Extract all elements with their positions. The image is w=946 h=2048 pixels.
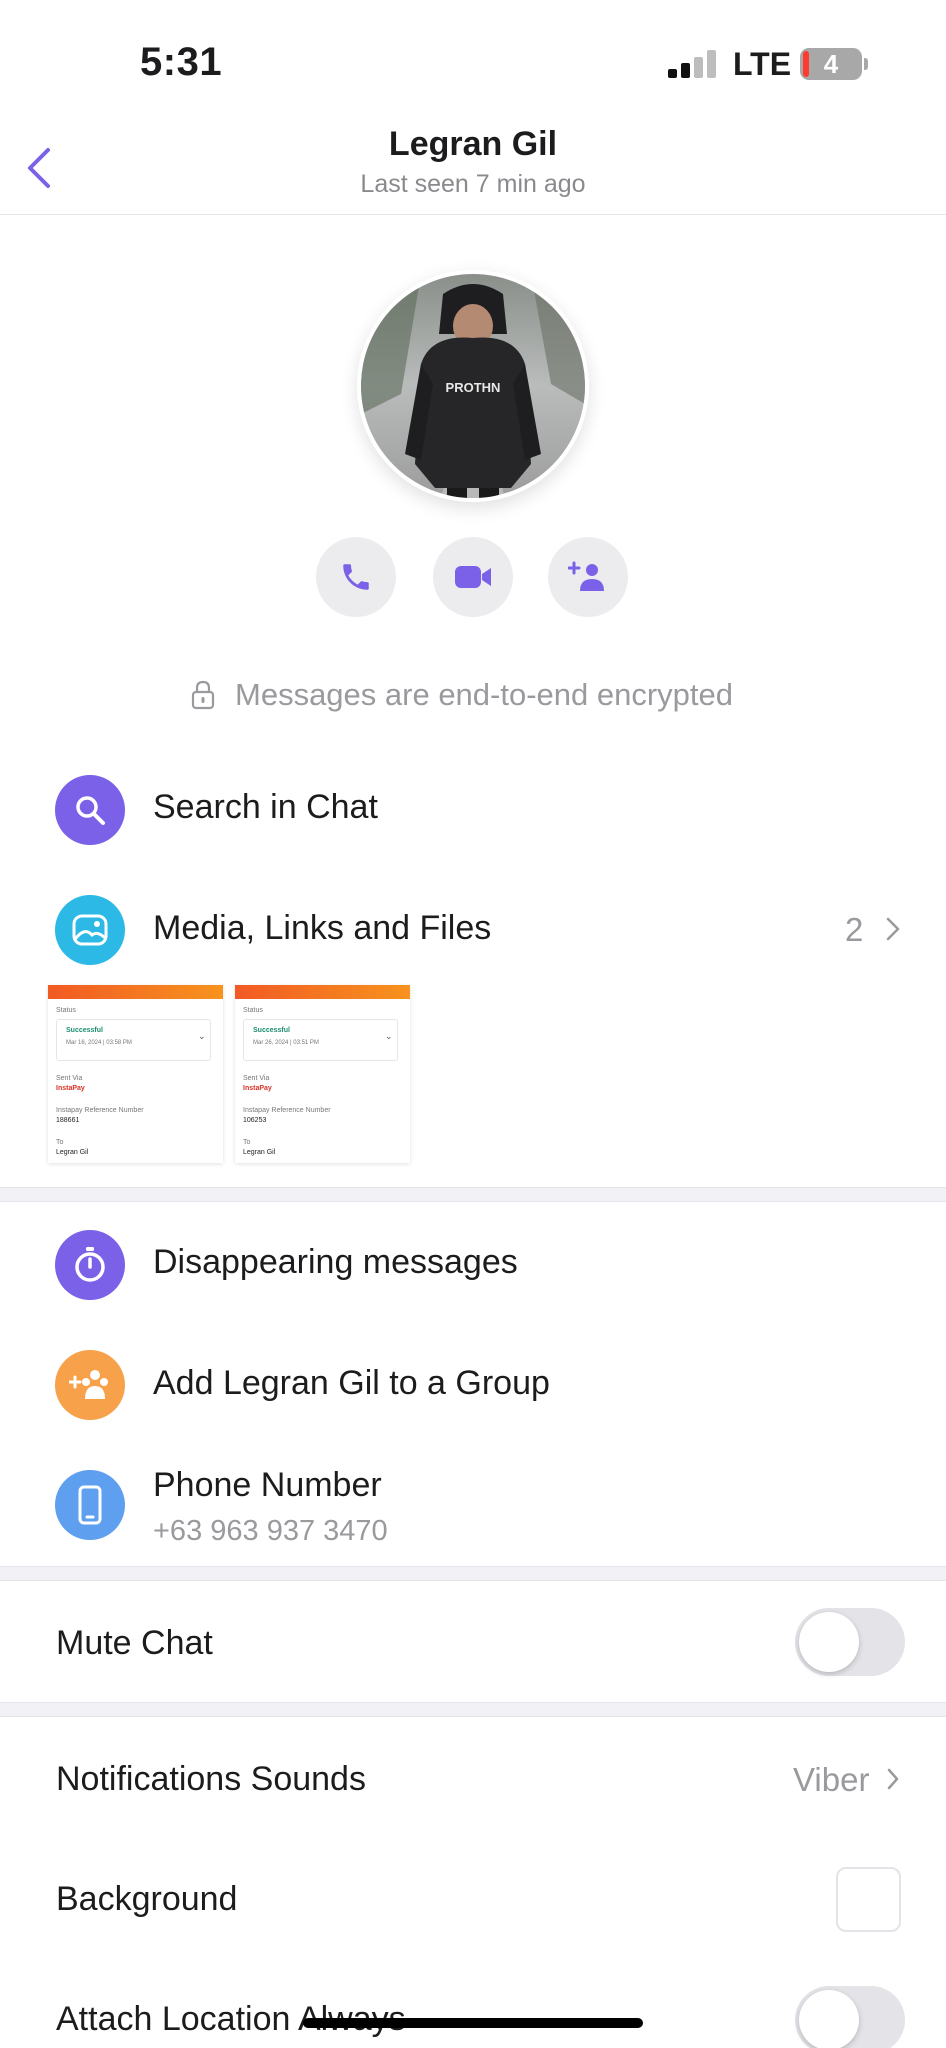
add-to-group-label[interactable]: Add Legran Gil to a Group xyxy=(153,1364,550,1403)
thumb-ref: 106253 xyxy=(243,1117,267,1124)
phone-number-value[interactable]: +63 963 937 3470 xyxy=(153,1515,388,1548)
add-contact-button[interactable] xyxy=(548,537,628,617)
disappearing-messages-button[interactable] xyxy=(55,1230,125,1300)
home-indicator[interactable] xyxy=(303,2018,643,2028)
add-group-icon xyxy=(69,1370,108,1399)
media-thumbnail[interactable]: Status Successful Mar 16, 2024 | 03:58 P… xyxy=(48,985,223,1163)
search-in-chat-label[interactable]: Search in Chat xyxy=(153,788,378,827)
thumb-ref-label: Instapay Reference Number xyxy=(56,1107,144,1114)
thumb-status-label: Status xyxy=(56,1007,76,1014)
thumb-sent-via-label: Sent Via xyxy=(56,1075,83,1082)
thumb-date: Mar 16, 2024 | 03:58 PM xyxy=(66,1040,132,1046)
status-time: 5:31 xyxy=(140,40,223,84)
header-divider xyxy=(0,214,946,215)
mute-chat-toggle[interactable] xyxy=(795,1608,905,1676)
last-seen-status: Last seen 7 min ago xyxy=(360,170,586,198)
avatar[interactable]: PROTHN xyxy=(357,270,589,502)
section-divider xyxy=(0,1187,946,1202)
media-thumbnail[interactable]: Status Successful Mar 26, 2024 | 03:51 P… xyxy=(235,985,410,1163)
thumb-ref: 188661 xyxy=(56,1117,80,1124)
media-links-files-button[interactable] xyxy=(55,895,125,965)
section-divider xyxy=(0,1566,946,1581)
thumb-status-label: Status xyxy=(243,1007,263,1014)
mute-chat-label: Mute Chat xyxy=(56,1624,213,1662)
section-divider xyxy=(0,1702,946,1717)
video-camera-icon xyxy=(455,566,491,588)
mobile-phone-icon xyxy=(78,1485,102,1525)
chevron-down-icon: ⌄ xyxy=(198,1031,206,1041)
thumb-to: Legran Gil xyxy=(243,1149,276,1156)
media-links-files-label[interactable]: Media, Links and Files xyxy=(153,909,491,948)
media-count: 2 xyxy=(845,911,864,948)
thumb-status-value: Successful xyxy=(66,1027,103,1034)
add-contact-icon xyxy=(568,561,604,591)
add-to-group-button[interactable] xyxy=(55,1350,125,1420)
notification-sounds-label[interactable]: Notifications Sounds xyxy=(56,1760,366,1799)
thumb-ref-label: Instapay Reference Number xyxy=(243,1107,331,1114)
thumb-sent-via: InstaPay xyxy=(243,1085,272,1092)
chevron-right-icon[interactable] xyxy=(886,1767,900,1791)
thumb-to-label: To xyxy=(56,1139,64,1146)
thumb-sent-via-label: Sent Via xyxy=(243,1075,270,1082)
chevron-right-icon[interactable] xyxy=(885,916,901,942)
battery-icon: 4 xyxy=(800,48,862,80)
notification-sound-value[interactable]: Viber xyxy=(793,1761,869,1799)
battery-tip xyxy=(864,58,868,70)
background-label[interactable]: Background xyxy=(56,1880,237,1919)
phone-icon xyxy=(343,564,369,590)
disappearing-messages-label[interactable]: Disappearing messages xyxy=(153,1243,518,1282)
thumb-sent-via: InstaPay xyxy=(56,1085,85,1092)
avatar-shirt-text: PROTHN xyxy=(446,380,501,395)
thumb-date: Mar 26, 2024 | 03:51 PM xyxy=(253,1040,319,1046)
contact-name: Legran Gil xyxy=(388,125,558,163)
chevron-down-icon: ⌄ xyxy=(385,1031,393,1041)
image-icon xyxy=(72,914,108,946)
lock-icon xyxy=(190,680,216,710)
attach-location-toggle[interactable] xyxy=(795,1986,905,2048)
search-in-chat-button[interactable] xyxy=(55,775,125,845)
voice-call-button[interactable] xyxy=(316,537,396,617)
background-swatch[interactable] xyxy=(836,1867,901,1932)
encryption-notice: Messages are end-to-end encrypted xyxy=(235,677,734,712)
thumb-to-label: To xyxy=(243,1139,251,1146)
battery-level: 4 xyxy=(823,49,839,79)
phone-number-label: Phone Number xyxy=(153,1466,382,1504)
phone-number-button[interactable] xyxy=(55,1470,125,1540)
network-type: LTE xyxy=(733,46,792,82)
search-icon xyxy=(76,796,105,825)
video-call-button[interactable] xyxy=(433,537,513,617)
thumb-status-value: Successful xyxy=(253,1027,290,1034)
thumb-to: Legran Gil xyxy=(56,1149,89,1156)
timer-icon xyxy=(75,1247,105,1282)
signal-strength-icon xyxy=(668,50,716,78)
